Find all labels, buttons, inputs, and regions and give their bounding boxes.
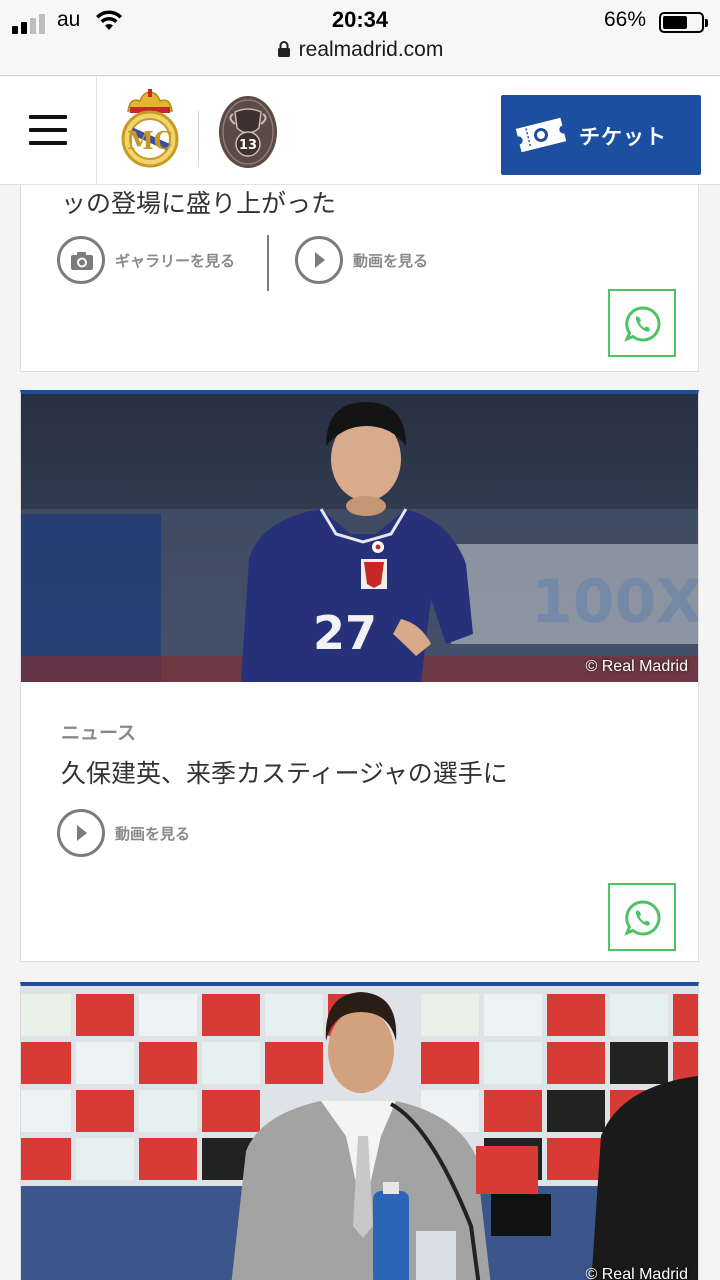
battery-icon [659, 12, 708, 33]
svg-text:100X: 100X [531, 567, 698, 637]
menu-icon [29, 115, 67, 119]
news-photo[interactable]: 100X 27 © Real Madrid [21, 394, 698, 682]
photo-credit: © Real Madrid [585, 1266, 689, 1280]
menu-button[interactable] [0, 77, 97, 185]
whatsapp-share-button[interactable] [608, 289, 676, 357]
svg-text:13: 13 [239, 138, 257, 153]
ticket-label: チケット [579, 125, 667, 149]
url-text: realmadrid.com [298, 38, 444, 61]
battery-percent: 66% [604, 8, 647, 31]
status-bar: au 20:34 66% realmadrid.com [0, 0, 720, 76]
video-button[interactable]: 動画を見る [57, 809, 190, 857]
ucl-13-badge: 13 [217, 94, 279, 174]
news-photo[interactable]: © Real Madrid [21, 986, 698, 1280]
whatsapp-icon [624, 306, 661, 342]
site-header: MC 13 チケット [0, 77, 720, 185]
gallery-button[interactable]: ギャラリーを見る [57, 236, 235, 284]
play-icon [77, 825, 87, 841]
svg-text:MC: MC [127, 126, 173, 155]
real-madrid-crest[interactable]: MC [118, 89, 182, 173]
headline[interactable]: 久保建英、来季カスティージャの選手に [61, 754, 508, 790]
video-label: 動画を見る [115, 824, 191, 843]
category-label: ニュース [61, 722, 137, 744]
svg-text:27: 27 [313, 606, 377, 660]
news-card[interactable]: © Real Madrid [20, 982, 699, 1280]
news-card[interactable]: ッの登場に盛り上がった ギャラリーを見る 動画を見る [20, 185, 699, 372]
whatsapp-share-button[interactable] [608, 883, 676, 951]
card-title[interactable]: ッの登場に盛り上がった [61, 185, 336, 220]
play-icon [315, 252, 325, 268]
gallery-label: ギャラリーを見る [115, 251, 236, 270]
lock-icon [277, 40, 291, 64]
video-label: 動画を見る [353, 251, 429, 270]
whatsapp-icon [624, 900, 661, 936]
ticket-icon [514, 115, 568, 159]
news-feed[interactable]: ッの登場に盛り上がった ギャラリーを見る 動画を見る 100X 27 © Rea… [0, 185, 720, 1280]
address-bar[interactable]: realmadrid.com [0, 38, 720, 64]
news-card[interactable]: 100X 27 © Real Madrid ニュース 久保建英、来季カスティージ… [20, 390, 699, 962]
camera-icon [70, 251, 94, 275]
video-button[interactable]: 動画を見る [295, 236, 428, 284]
ticket-button[interactable]: チケット [501, 95, 701, 175]
photo-credit: © Real Madrid [585, 658, 689, 675]
